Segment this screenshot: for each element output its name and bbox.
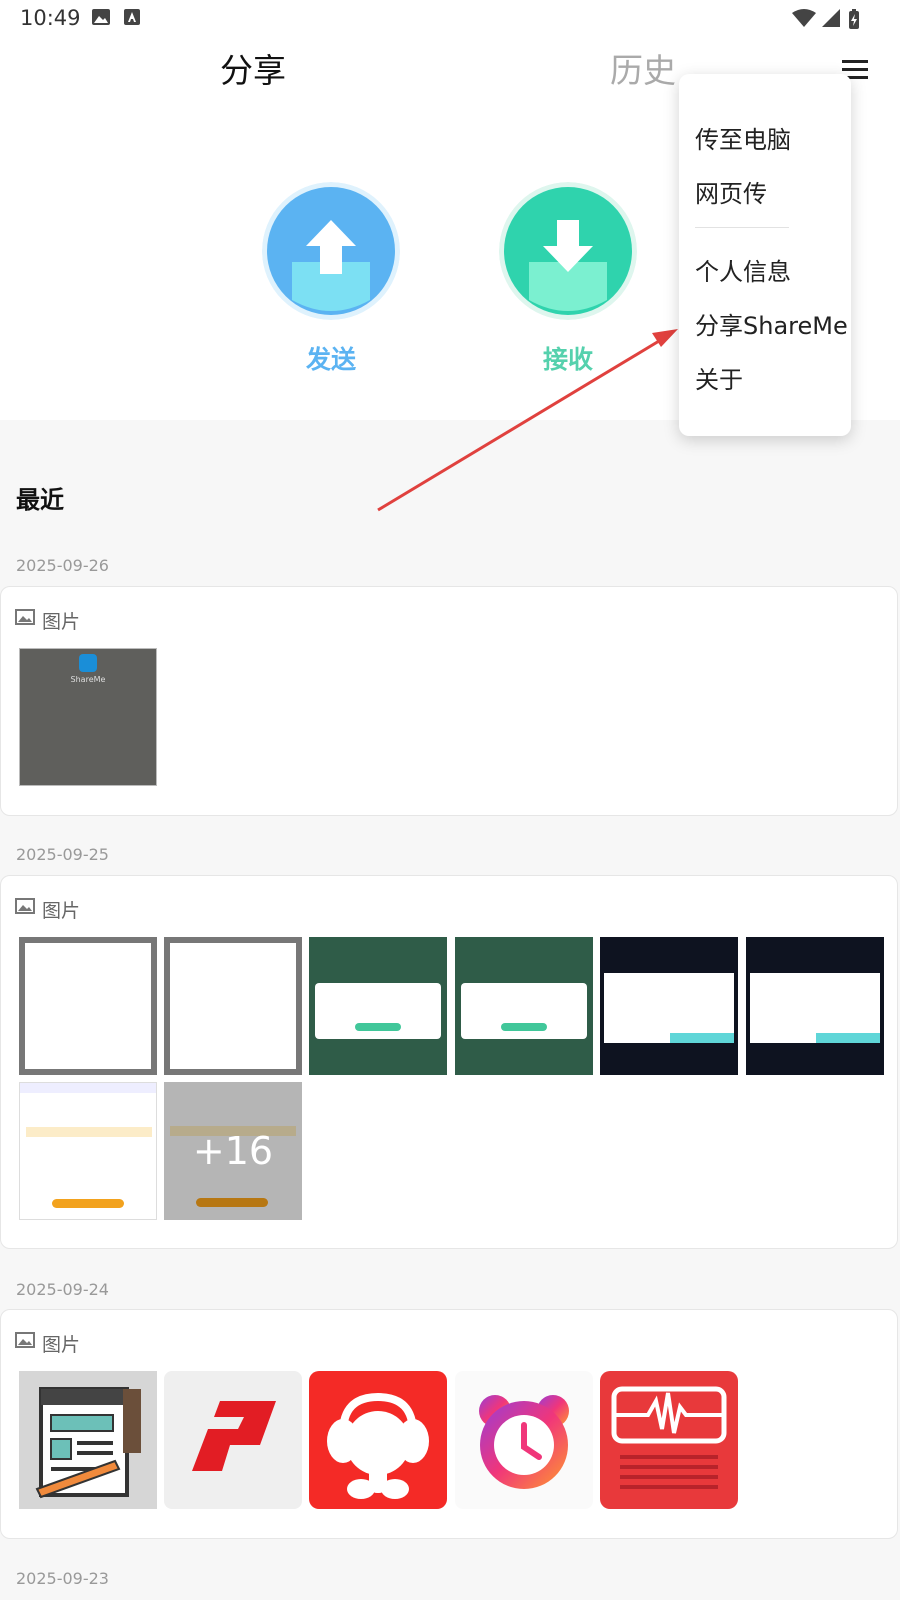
image-thumbnail[interactable] [19,1082,157,1220]
receive-button[interactable]: 接收 [493,182,643,382]
shareme-logo-icon [79,654,97,672]
image-thumbnail[interactable] [19,937,157,1075]
group-date: 2025-09-23 [16,1569,109,1588]
image-thumbnail[interactable] [164,937,302,1075]
image-thumbnail[interactable] [309,937,447,1075]
image-thumbnail[interactable] [455,937,593,1075]
menu-item-profile[interactable]: 个人信息 [695,252,791,287]
recent-title: 最近 [16,486,64,514]
audio-recorder-app-icon[interactable] [600,1371,738,1509]
text-notification-icon [124,9,140,25]
type-label: 图片 [42,611,81,633]
menu-item-share-app[interactable]: 分享ShareMe [695,306,848,341]
notes-app-icon[interactable] [19,1371,157,1509]
image-type-icon [15,609,35,625]
image-thumbnail[interactable] [746,937,884,1075]
group-date: 2025-09-25 [16,845,109,864]
clock-app-icon[interactable] [455,1371,593,1509]
send-upload-icon [262,182,400,320]
group-date: 2025-09-26 [16,556,109,575]
recent-card: 图片 +16 [0,875,898,1249]
red-slash-app-icon[interactable] [164,1371,302,1509]
image-thumbnail[interactable]: +16 [164,1082,302,1220]
type-label: 图片 [42,900,81,922]
send-button[interactable]: 发送 [256,182,406,382]
battery-icon [849,9,859,29]
menu-divider [695,227,789,228]
status-time: 10:49 [20,6,81,30]
recent-card: 图片 ShareMe [0,586,898,816]
image-thumbnail[interactable] [600,937,738,1075]
tab-share[interactable]: 分享 [220,44,286,92]
overflow-menu: 传至电脑 网页传 个人信息 分享ShareMe 关于 [679,74,851,436]
image-type-icon [15,898,35,914]
gallery-notification-icon [92,9,110,25]
image-type-icon [15,1332,35,1348]
menu-item-about[interactable]: 关于 [695,360,743,395]
receive-label: 接收 [542,345,593,374]
receive-download-icon [499,182,637,320]
menu-item-web-share[interactable]: 网页传 [695,174,767,209]
recent-card: 图片 [0,1309,898,1539]
tab-history[interactable]: 历史 [610,44,676,92]
menu-item-send-to-pc[interactable]: 传至电脑 [695,120,791,155]
more-count-overlay[interactable]: +16 [164,1082,302,1220]
type-label: 图片 [42,1334,81,1356]
signal-icon [822,9,840,27]
wifi-icon [792,9,816,27]
elephant-music-app-icon[interactable] [309,1371,447,1509]
image-thumbnail[interactable]: ShareMe [19,648,157,786]
group-date: 2025-09-24 [16,1280,109,1299]
status-bar: 10:49 [0,0,900,36]
send-label: 发送 [305,345,356,374]
thumb-shareme-text: ShareMe [70,675,106,684]
